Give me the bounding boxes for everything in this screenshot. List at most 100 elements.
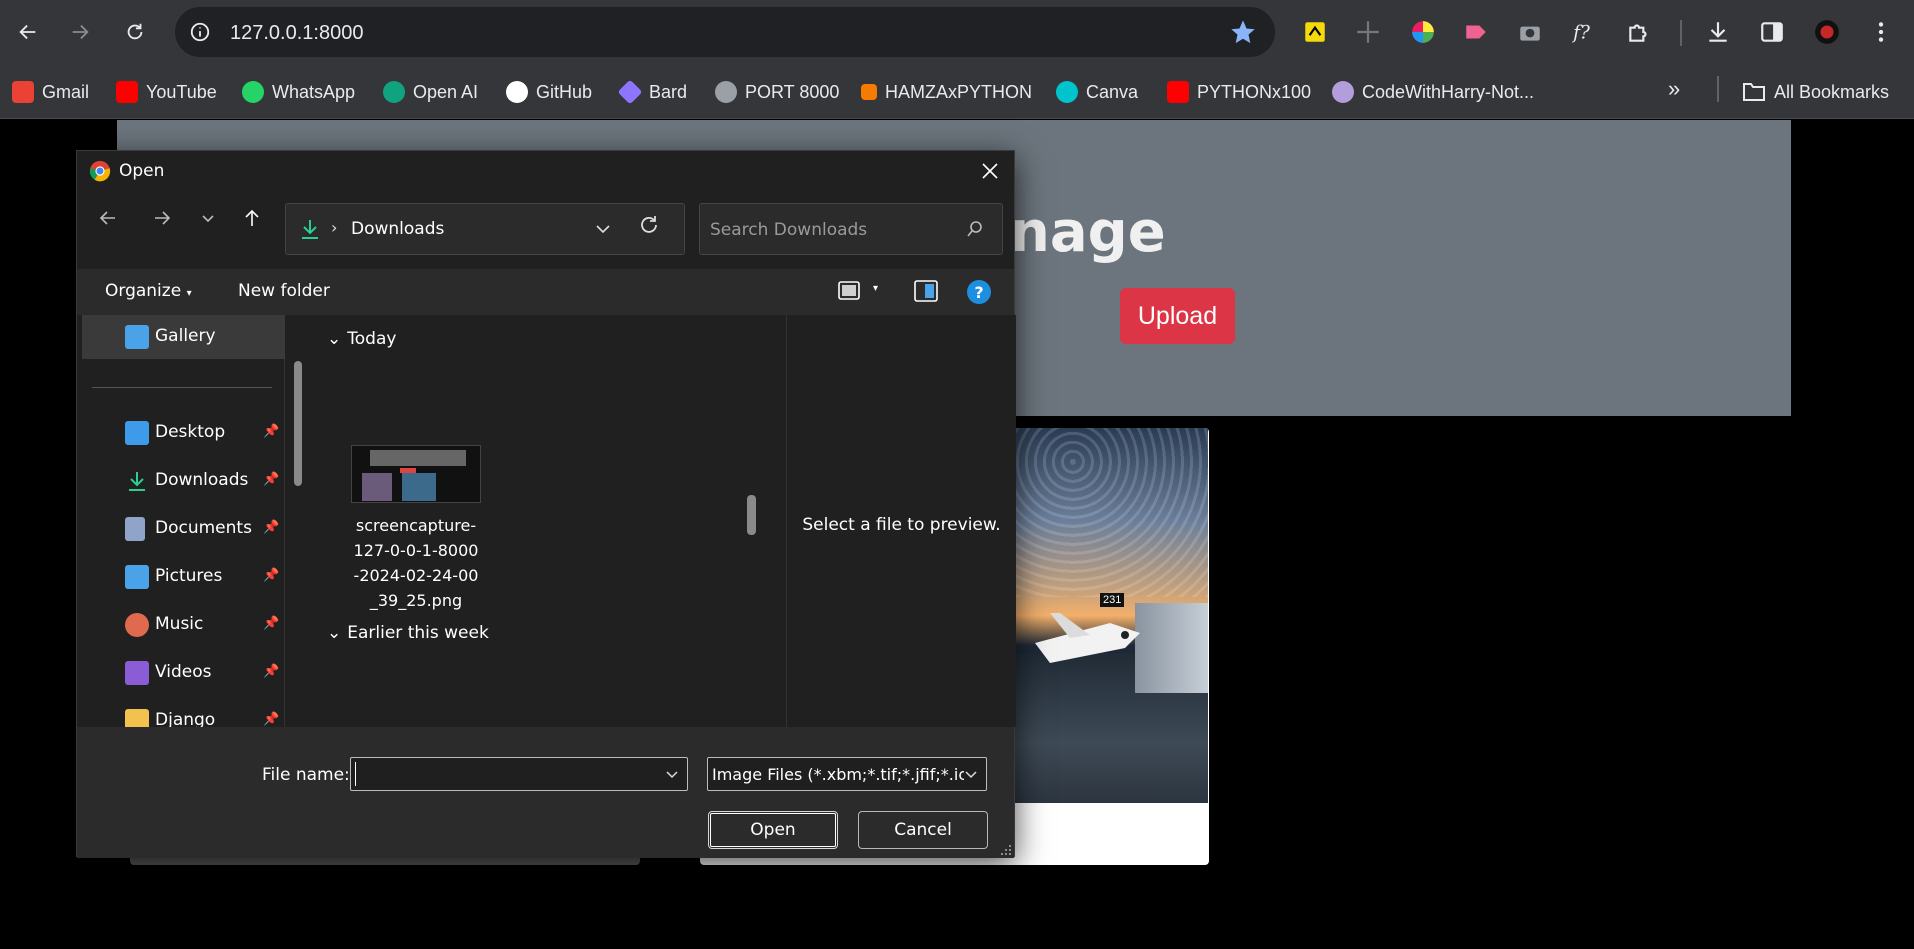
bookmark-canva[interactable]: Canva xyxy=(1056,78,1138,106)
close-icon[interactable] xyxy=(978,159,1002,183)
arrow-up-icon xyxy=(245,209,259,226)
refresh-icon[interactable] xyxy=(637,213,661,237)
color-picker-icon[interactable] xyxy=(1408,17,1438,47)
chevron-down-icon: ⌄ xyxy=(327,623,342,643)
search-icon xyxy=(967,221,982,237)
menu-kebab-icon[interactable] xyxy=(1866,17,1896,47)
folder-icon xyxy=(125,709,149,727)
side-panel-icon[interactable] xyxy=(1757,17,1787,47)
bookmark-hamzaxpython[interactable]: HAMZAxPYTHON xyxy=(861,78,1032,106)
group-earlier-this-week[interactable]: ⌄ Earlier this week xyxy=(327,623,489,643)
new-folder-button[interactable]: New folder xyxy=(238,281,330,301)
nav-item-downloads[interactable]: Downloads 📌 xyxy=(77,459,285,503)
bookmark-codewithharry[interactable]: CodeWithHarry-Not... xyxy=(1332,78,1534,106)
help-icon[interactable]: ? xyxy=(965,278,993,306)
view-caret-down-icon[interactable]: ▾ xyxy=(873,283,878,294)
music-icon xyxy=(125,613,149,637)
search-input[interactable] xyxy=(710,217,950,243)
dialog-title-bar: Open xyxy=(77,151,1014,191)
preview-pane-icon[interactable] xyxy=(913,278,939,304)
svg-text:f?: f? xyxy=(1571,23,1590,44)
youtube-icon xyxy=(116,81,138,103)
recent-locations-button[interactable] xyxy=(193,203,223,233)
all-bookmarks-button[interactable]: All Bookmarks xyxy=(1742,78,1889,106)
file-list-scrollbar[interactable] xyxy=(747,495,756,535)
group-today[interactable]: ⌄ Today xyxy=(327,329,396,349)
arrow-right-icon xyxy=(155,211,171,225)
pin-icon: 📌 xyxy=(263,424,280,439)
nav-item-music[interactable]: Music 📌 xyxy=(77,603,285,647)
bookmark-openai[interactable]: Open AI xyxy=(383,78,478,106)
gallery-icon xyxy=(125,325,149,349)
nav-pane-scrollbar[interactable] xyxy=(294,361,302,486)
bookmark-whatsapp[interactable]: WhatsApp xyxy=(242,78,355,106)
file-name: screencapture-127-0-0-1-8000-2024-02-24-… xyxy=(353,516,479,610)
reload-button[interactable] xyxy=(117,14,153,50)
bookmark-port-8000[interactable]: PORT 8000 xyxy=(715,78,839,106)
file-thumbnail xyxy=(351,445,481,503)
resize-grip-icon[interactable] xyxy=(1000,844,1012,856)
chevron-down-icon xyxy=(202,215,214,223)
file-type-select[interactable]: Image Files (*.xbm;*.tif;*.jfif;*.icc xyxy=(707,757,987,791)
address-bar[interactable]: 127.0.0.1:8000 xyxy=(175,7,1275,57)
pin-icon: 📌 xyxy=(263,520,280,535)
command-bar: Organize ▾ New folder ▾ ? xyxy=(77,269,1014,315)
nav-item-documents[interactable]: Documents 📌 xyxy=(77,507,285,551)
downloads-icon xyxy=(302,220,318,239)
reload-icon xyxy=(127,23,143,40)
bookmarks-bar: Gmail YouTube WhatsApp Open AI GitHub Ba… xyxy=(0,64,1914,119)
dialog-forward-button[interactable] xyxy=(147,203,177,233)
organize-button[interactable]: Organize ▾ xyxy=(105,281,192,301)
bookmarks-divider xyxy=(1717,76,1719,102)
bookmark-gmail[interactable]: Gmail xyxy=(12,78,89,106)
preview-message: Select a file to preview. xyxy=(802,515,1001,535)
file-name-input[interactable] xyxy=(355,762,655,786)
dialog-back-button[interactable] xyxy=(93,203,123,233)
open-button[interactable]: Open xyxy=(708,811,838,849)
extensions-puzzle-icon[interactable] xyxy=(1624,17,1654,47)
documents-icon xyxy=(125,517,145,541)
breadcrumb-chevron-icon: › xyxy=(331,218,338,237)
nav-item-videos[interactable]: Videos 📌 xyxy=(77,651,285,695)
move-icon[interactable] xyxy=(1353,17,1383,47)
site-info-icon[interactable] xyxy=(185,17,215,47)
airplane-photo: 231 xyxy=(1015,428,1208,803)
bookmark-bard[interactable]: Bard xyxy=(617,78,687,106)
up-folder-button[interactable] xyxy=(237,203,267,233)
pin-icon: 📌 xyxy=(263,712,280,727)
view-options-icon[interactable] xyxy=(837,278,863,304)
upload-button[interactable]: Upload xyxy=(1120,288,1235,344)
chrome-icon xyxy=(89,160,111,182)
chevron-down-icon[interactable] xyxy=(594,220,612,238)
extension-yellow-icon[interactable] xyxy=(1300,17,1330,47)
more-bookmarks-chevron-icon[interactable]: » xyxy=(1668,76,1680,102)
download-icon[interactable] xyxy=(1703,17,1733,47)
pin-icon: 📌 xyxy=(263,616,280,631)
nav-item-gallery[interactable]: Gallery xyxy=(82,315,285,359)
open-file-dialog: Open › Downloads Organize ▾ New folder ▾… xyxy=(76,150,1016,858)
nav-item-django[interactable]: Django 📌 xyxy=(77,699,285,727)
search-box[interactable] xyxy=(699,203,1003,255)
bookmark-pythonx100[interactable]: PYTHONx100 xyxy=(1167,78,1311,106)
bookmark-youtube[interactable]: YouTube xyxy=(116,78,217,106)
dialog-footer: File name: Image Files (*.xbm;*.tif;*.jf… xyxy=(77,727,1014,858)
screen-record-icon[interactable] xyxy=(1461,17,1491,47)
avatar[interactable] xyxy=(1812,17,1842,47)
location-bar[interactable]: › Downloads xyxy=(285,203,685,255)
folder-icon xyxy=(1743,83,1765,101)
location-text[interactable]: Downloads xyxy=(351,219,444,239)
bookmark-star-icon[interactable] xyxy=(1229,18,1257,46)
url-text[interactable]: 127.0.0.1:8000 xyxy=(230,22,363,45)
formula-icon[interactable]: f? xyxy=(1569,17,1599,47)
forward-button[interactable] xyxy=(62,14,98,50)
file-name-combobox[interactable] xyxy=(350,757,688,791)
nav-item-pictures[interactable]: Pictures 📌 xyxy=(77,555,285,599)
chevron-down-icon[interactable] xyxy=(665,767,679,781)
back-button[interactable] xyxy=(10,14,46,50)
bookmark-github[interactable]: GitHub xyxy=(506,78,592,106)
preview-pane: Select a file to preview. xyxy=(787,315,1016,727)
camera-icon[interactable] xyxy=(1515,17,1545,47)
gmail-icon xyxy=(12,81,34,103)
nav-item-desktop[interactable]: Desktop 📌 xyxy=(77,411,285,455)
cancel-button[interactable]: Cancel xyxy=(858,811,988,849)
